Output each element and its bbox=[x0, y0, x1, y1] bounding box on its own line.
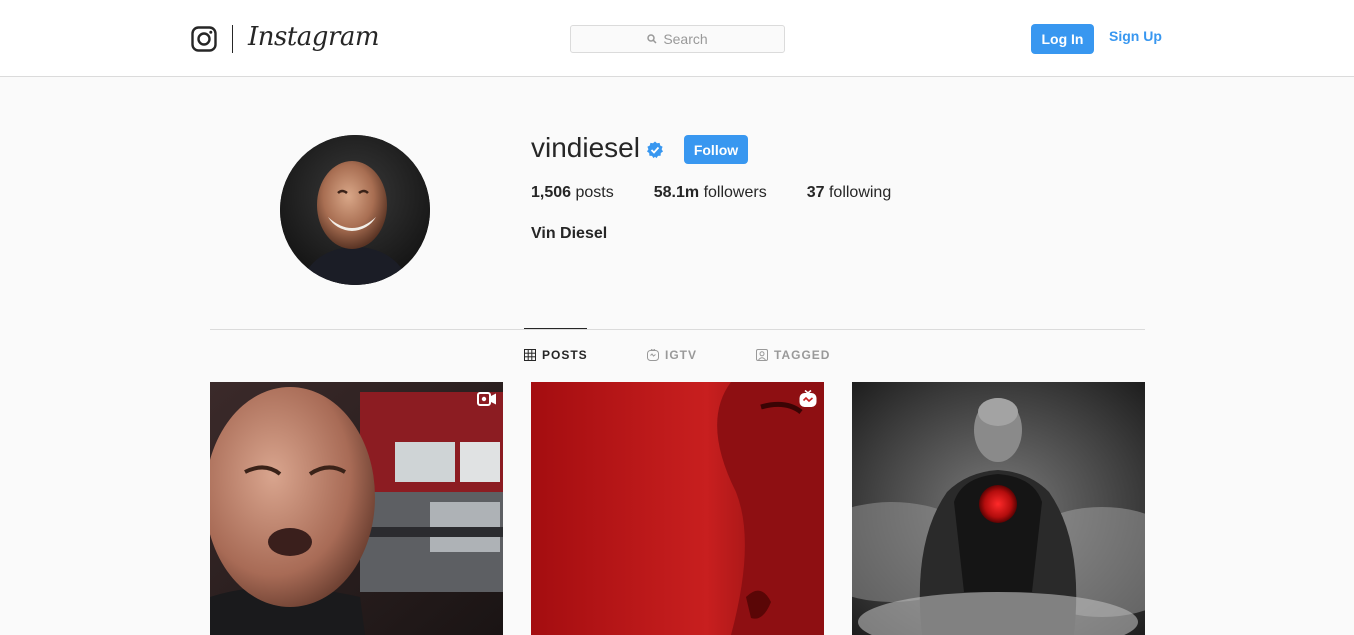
tab-tagged[interactable]: TAGGED bbox=[756, 348, 830, 362]
post-image bbox=[852, 382, 1145, 635]
following-count[interactable]: 37 following bbox=[807, 184, 892, 202]
post-thumbnail[interactable] bbox=[531, 382, 824, 635]
post-thumbnail[interactable] bbox=[852, 382, 1145, 635]
active-tab-indicator bbox=[524, 328, 587, 329]
igtv-icon bbox=[799, 390, 817, 407]
search-placeholder: Search bbox=[663, 31, 708, 47]
profile-stats: 1,506 posts 58.1m followers 37 following bbox=[531, 184, 931, 202]
grid-icon bbox=[524, 349, 536, 361]
igtv-icon bbox=[647, 349, 659, 361]
tab-igtv[interactable]: IGTV bbox=[647, 348, 697, 362]
profile-avatar[interactable] bbox=[280, 135, 430, 285]
signup-link[interactable]: Sign Up bbox=[1109, 28, 1162, 44]
instagram-glyph-icon[interactable] bbox=[191, 26, 217, 52]
following-count-label: following bbox=[828, 184, 892, 201]
tagged-icon bbox=[756, 349, 768, 361]
followers-count[interactable]: 58.1m followers bbox=[654, 184, 767, 202]
verified-badge-icon bbox=[647, 141, 663, 159]
profile-full-name: Vin Diesel bbox=[531, 225, 608, 242]
tab-tagged-label: TAGGED bbox=[774, 348, 831, 362]
logo-divider bbox=[232, 25, 233, 53]
following-count-value: 37 bbox=[806, 184, 825, 201]
top-navbar: Instagram Search Log In Sign Up bbox=[0, 0, 1354, 77]
search-icon bbox=[647, 34, 657, 44]
post-thumbnail[interactable] bbox=[210, 382, 503, 635]
tab-posts[interactable]: POSTS bbox=[524, 348, 588, 362]
instagram-wordmark[interactable]: Instagram bbox=[248, 22, 380, 52]
post-image bbox=[531, 382, 824, 635]
profile-username: vindiesel bbox=[531, 132, 640, 163]
posts-count-label: posts bbox=[575, 184, 614, 201]
video-icon bbox=[477, 392, 496, 406]
search-input[interactable]: Search bbox=[570, 25, 785, 53]
post-image bbox=[210, 382, 503, 635]
posts-count: 1,506 posts bbox=[531, 184, 614, 202]
login-button[interactable]: Log In bbox=[1031, 24, 1094, 54]
tabs-divider bbox=[210, 329, 1145, 330]
tab-igtv-label: IGTV bbox=[665, 348, 698, 362]
avatar-image bbox=[280, 135, 430, 285]
tab-posts-label: POSTS bbox=[542, 348, 588, 362]
follow-button[interactable]: Follow bbox=[684, 135, 748, 164]
followers-count-label: followers bbox=[703, 184, 767, 201]
posts-count-value: 1,506 bbox=[531, 184, 572, 201]
followers-count-value: 58.1m bbox=[653, 184, 700, 201]
